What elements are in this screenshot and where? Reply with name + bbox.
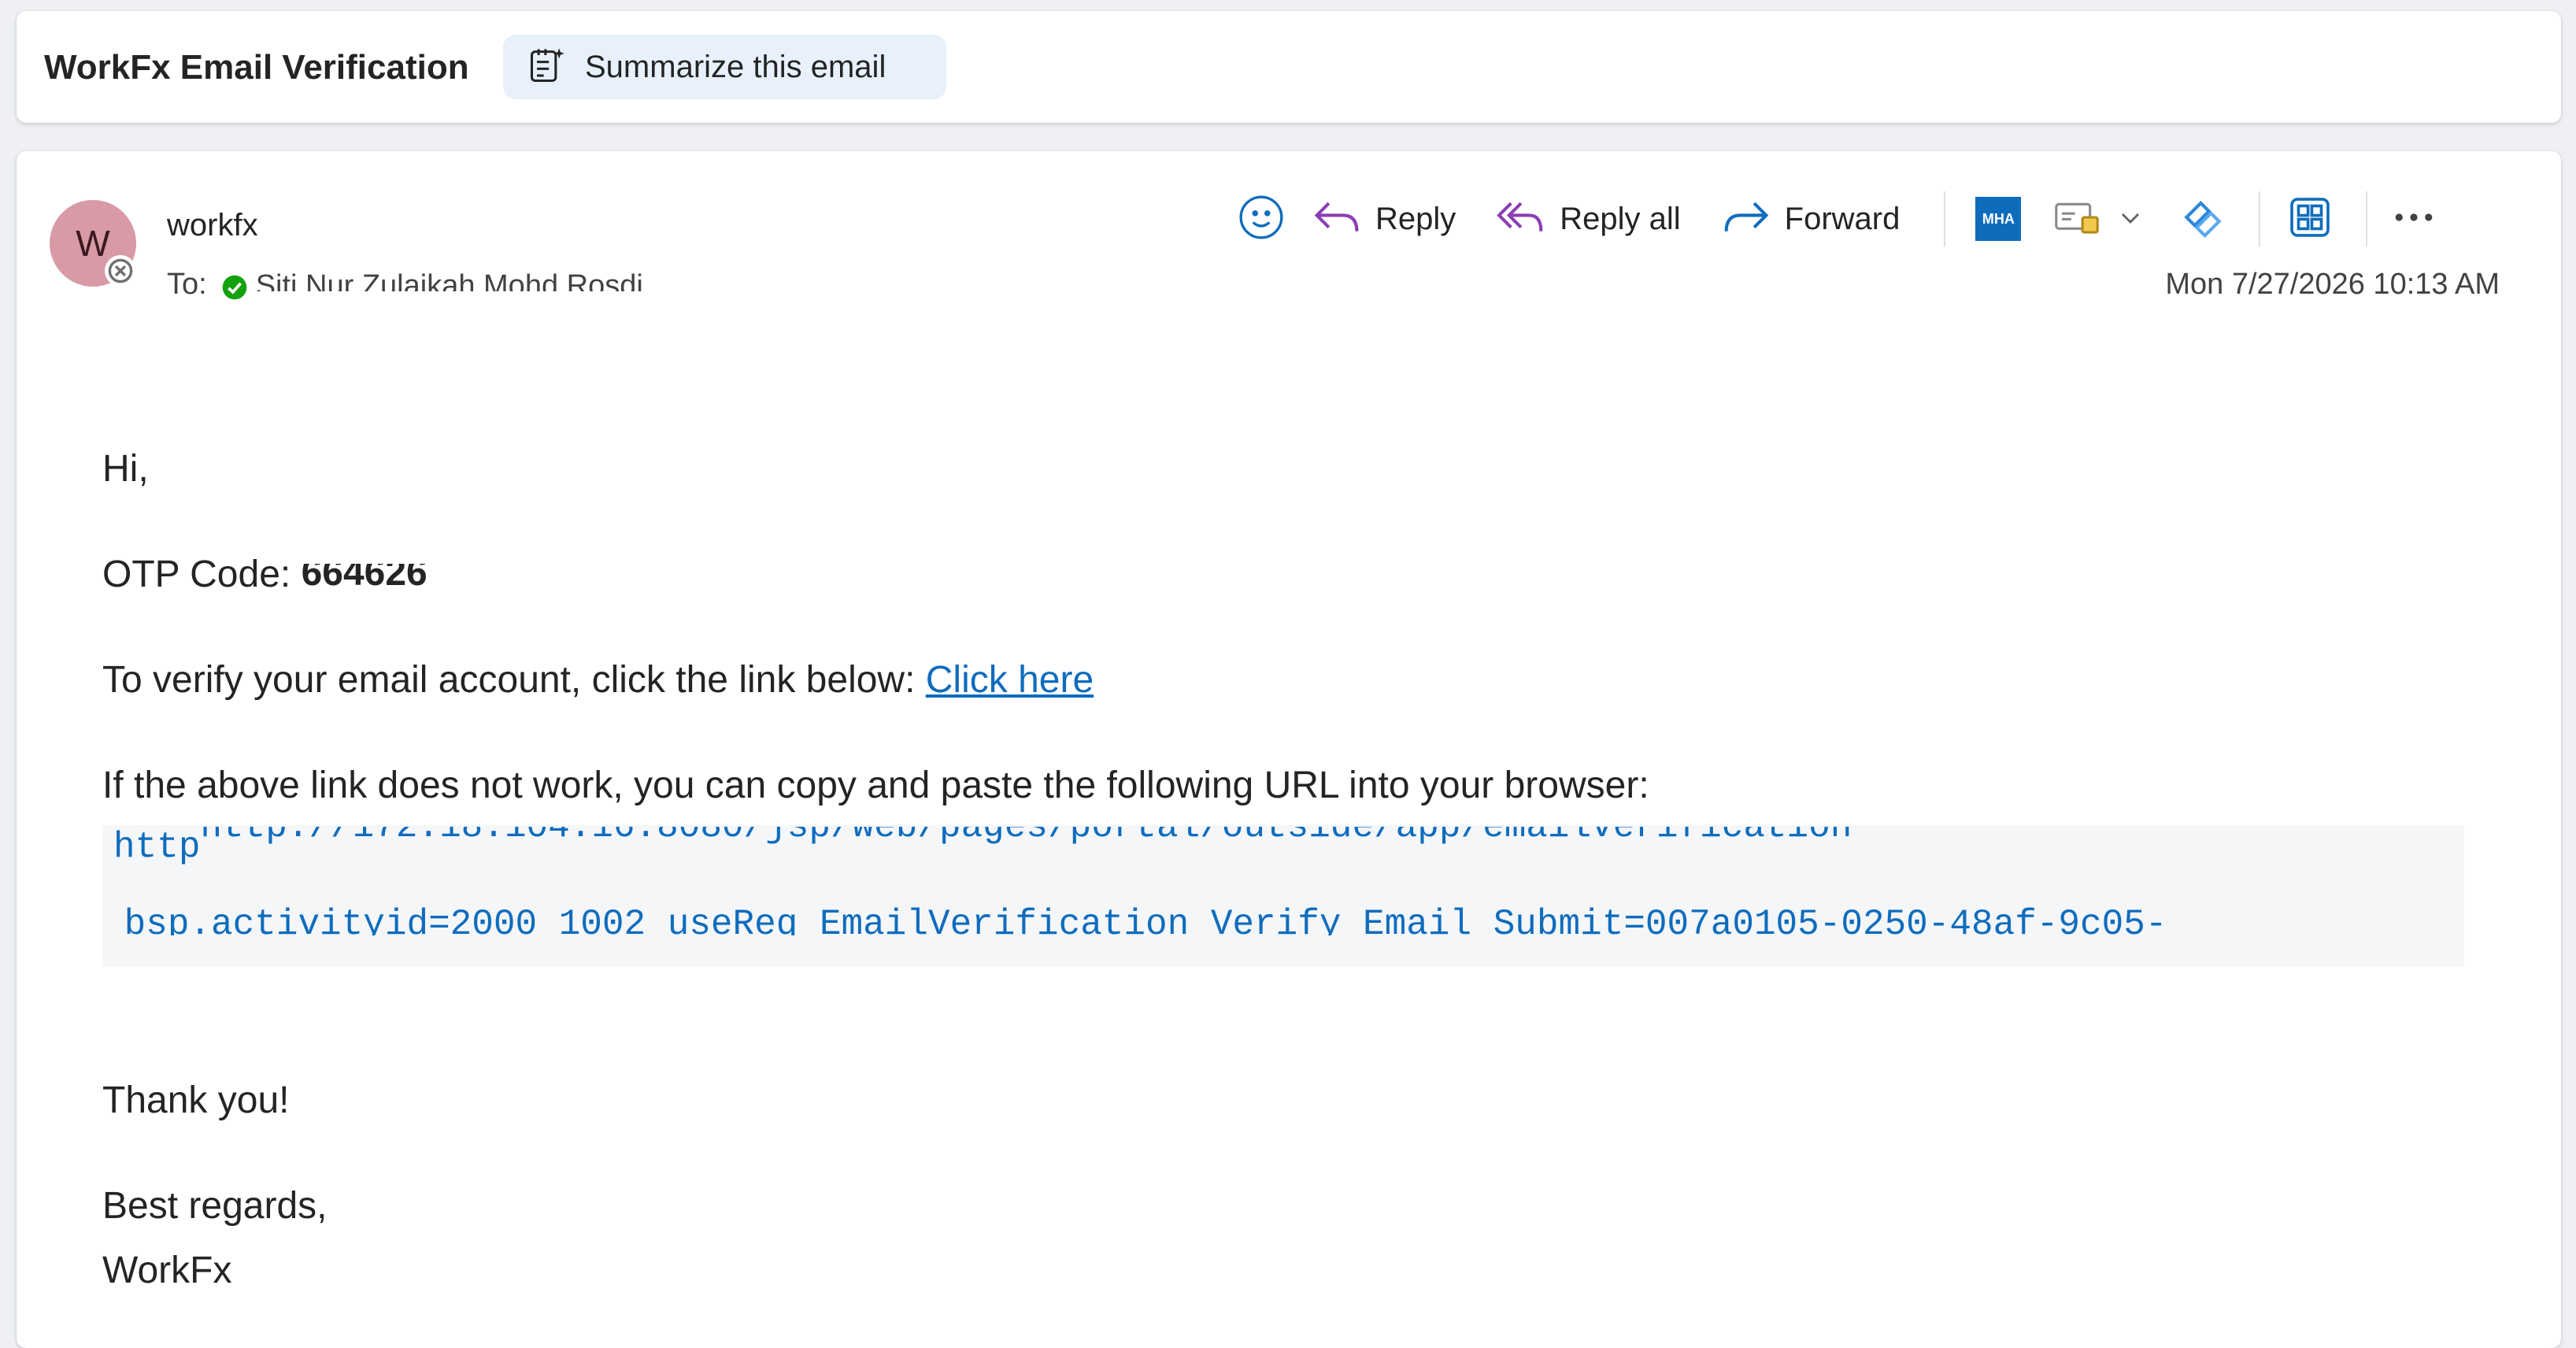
summarize-button[interactable]: Summarize this email [503, 35, 946, 99]
thanks-text: Thank you! [102, 1080, 290, 1121]
presence-unknown-icon [105, 255, 136, 287]
reply-all-label: Reply all [1560, 201, 1681, 236]
otp-code: 664626 [301, 564, 427, 589]
more-actions-button[interactable] [2394, 209, 2434, 229]
toolbar-divider [1944, 191, 1946, 246]
otp-label: OTP Code: [102, 554, 291, 595]
rules-addin-button[interactable] [2052, 198, 2101, 241]
apps-grid-icon [2287, 194, 2333, 244]
message-toolbar: Reply Reply all Forward MHA [1237, 186, 2434, 252]
sender-name[interactable]: workfx [167, 208, 258, 243]
apps-button[interactable] [2287, 194, 2333, 244]
to-label: To: [167, 268, 207, 301]
url-line-1-text: http://172.18.104.16:8080/jsp/web/pages/… [200, 827, 1852, 847]
summarize-icon [527, 45, 568, 90]
mha-icon: MHA [1975, 197, 2022, 241]
url-line-2-text: _bsp.activityid=2000_1002_useReq_EmailVe… [102, 904, 2167, 935]
avatar-initial: W [76, 223, 110, 264]
addin-dropdown-button[interactable] [2119, 209, 2142, 229]
verify-line: To verify your email account, click the … [102, 658, 1094, 702]
recipient-line: To: Siti Nur Zulaikah Mohd Rosdi [167, 268, 718, 312]
summarize-label: Summarize this email [585, 49, 886, 84]
toolbar-divider [2366, 191, 2368, 246]
mha-icon-label: MHA [1982, 210, 2015, 227]
loop-addin-button[interactable] [2178, 193, 2227, 246]
diamond-link-icon [2178, 193, 2227, 246]
verify-link[interactable]: Click here [926, 659, 1094, 701]
forward-icon [1720, 195, 1772, 243]
greeting-text: Hi, [102, 448, 149, 490]
reply-all-button[interactable]: Reply all [1495, 195, 1681, 243]
recipient-name[interactable]: Siti Nur Zulaikah Mohd Rosdi [256, 268, 643, 291]
verification-url-block: httphttp://172.18.104.16:8080/jsp/web/pa… [102, 825, 2464, 967]
verify-text: To verify your email account, click the … [102, 659, 916, 701]
otp-line: OTP Code: 664626 [102, 553, 427, 596]
forward-button[interactable]: Forward [1720, 195, 1901, 243]
signature-text: WorkFx [102, 1250, 232, 1291]
subject-bar: WorkFx Email Verification Summarize this… [17, 11, 2561, 123]
toolbar-divider [2259, 191, 2261, 246]
reply-all-icon [1495, 195, 1547, 243]
fallback-text: If the above link does not work, you can… [102, 765, 1649, 806]
email-subject: WorkFx Email Verification [44, 48, 469, 87]
verification-url-line-1[interactable]: httphttp://172.18.104.16:8080/jsp/web/pa… [113, 827, 2452, 868]
envelope-flag-icon [2052, 198, 2101, 241]
chevron-down-icon [2119, 209, 2142, 229]
more-horizontal-icon [2394, 209, 2434, 229]
message-pane: W workfx To: Siti Nur Zulaikah Mohd Rosd… [17, 151, 2561, 1348]
reaction-button[interactable] [1237, 193, 1286, 246]
reply-button[interactable]: Reply [1311, 195, 1456, 243]
regards-text: Best regards, [102, 1185, 328, 1227]
forward-label: Forward [1784, 201, 1901, 236]
verification-url-line-2[interactable]: _bsp.activityid=2000_1002_useReq_EmailVe… [102, 904, 2433, 935]
message-timestamp: Mon 7/27/2026 10:13 AM [2165, 268, 2500, 301]
reply-label: Reply [1375, 201, 1456, 236]
available-status-icon [221, 274, 248, 309]
emoji-icon [1237, 193, 1286, 246]
mha-addin-button[interactable]: MHA [1975, 197, 2022, 241]
reply-icon [1311, 195, 1363, 243]
